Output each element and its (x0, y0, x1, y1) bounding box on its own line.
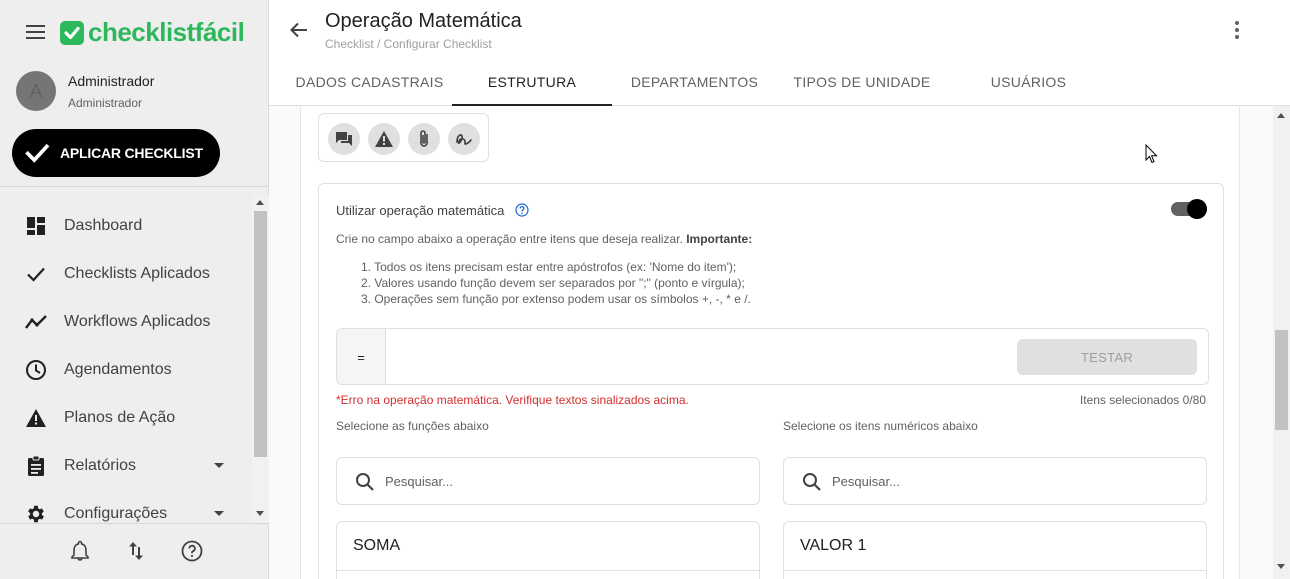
search-icon (802, 472, 822, 492)
logo-text: checklistfácil (88, 17, 245, 47)
sidebar-item-agendamentos[interactable]: Agendamentos (0, 346, 252, 394)
math-operation-panel: Utilizar operação matemática Crie no cam… (318, 183, 1224, 579)
functions-label: Selecione as funções abaixo (336, 419, 489, 433)
rule-item: 2. Valores usando função devem ser separ… (361, 276, 745, 290)
mouse-cursor-icon (1145, 144, 1158, 164)
formula-input[interactable] (387, 329, 1012, 384)
user-name: Administrador (68, 73, 155, 89)
dashboard-icon (24, 214, 48, 238)
tab-tipos-de-unidade[interactable]: TIPOS DE UNIDADE (777, 58, 947, 106)
list-item[interactable]: VALOR 1 (784, 522, 1206, 571)
selected-count: Itens selecionados 0/80 (1079, 393, 1206, 407)
tab-departamentos[interactable]: DEPARTAMENTOS (612, 58, 777, 106)
check-icon (25, 143, 50, 163)
sidebar: checklistfácil A Administrador Administr… (0, 0, 269, 579)
toggle-knob (1187, 199, 1207, 219)
numeric-items-list: VALOR 1 (783, 521, 1207, 579)
back-arrow-icon[interactable] (287, 18, 311, 42)
rule-item: 3. Operações sem função por extenso pode… (361, 292, 751, 306)
user-role: Administrador (68, 96, 143, 110)
more-vert-icon[interactable] (1225, 18, 1249, 42)
avatar: A (16, 71, 56, 111)
tab-usuarios[interactable]: USUÁRIOS (947, 58, 1110, 106)
clipboard-icon (24, 454, 48, 478)
sidebar-item-checklists[interactable]: Checklists Aplicados (0, 250, 252, 298)
sidebar-item-label: Relatórios (64, 457, 137, 474)
attachment-icon[interactable] (408, 123, 440, 155)
sidebar-item-label: Checklists Aplicados (64, 265, 210, 282)
warning-icon[interactable] (368, 123, 400, 155)
apply-checklist-button[interactable]: APLICAR CHECKLIST (12, 129, 220, 177)
scroll-up-icon[interactable] (256, 200, 264, 205)
sidebar-footer (0, 523, 269, 579)
test-button[interactable]: TESTAR (1017, 339, 1197, 375)
page-title: Operação Matemática (325, 10, 522, 32)
scroll-down-icon[interactable] (256, 511, 264, 516)
menu-icon[interactable] (26, 25, 45, 39)
numeric-items-label: Selecione os itens numéricos abaixo (783, 419, 978, 433)
sidebar-item-planos[interactable]: Planos de Ação (0, 394, 252, 442)
sidebar-item-label: Configurações (64, 505, 168, 522)
logo-check-icon (60, 20, 84, 45)
help-circle-icon[interactable] (515, 203, 529, 217)
sidebar-item-relatorios[interactable]: Relatórios (0, 442, 252, 490)
equals-prefix: = (337, 329, 386, 384)
tab-estrutura[interactable]: ESTRUTURA (452, 58, 612, 106)
help-icon[interactable] (180, 539, 204, 563)
main-content: Utilizar operação matemática Crie no cam… (269, 106, 1273, 579)
sidebar-item-label: Workflows Aplicados (64, 313, 211, 330)
trending-icon (24, 310, 48, 334)
math-operation-label: Utilizar operação matemática (336, 203, 505, 218)
sidebar-nav: Dashboard Checklists Aplicados Workflows… (0, 202, 252, 538)
items-search-input[interactable] (832, 458, 1132, 504)
breadcrumb[interactable]: Checklist / Configurar Checklist (325, 37, 492, 51)
apply-checklist-label: APLICAR CHECKLIST (60, 145, 203, 161)
app-logo[interactable]: checklistfácil (60, 17, 245, 48)
rule-item: 1. Todos os itens precisam estar entre a… (361, 260, 737, 274)
items-search (783, 457, 1207, 505)
math-description: Crie no campo abaixo a operação entre it… (336, 232, 753, 246)
check-icon (24, 262, 48, 286)
page-scrollbar[interactable] (1273, 106, 1290, 579)
bell-icon[interactable] (68, 539, 92, 563)
list-item[interactable]: SOMA (337, 522, 759, 571)
page-header: Operação Matemática Checklist / Configur… (269, 0, 1290, 106)
scroll-up-icon[interactable] (1277, 113, 1285, 118)
warning-icon (24, 406, 48, 430)
scroll-down-icon[interactable] (1277, 564, 1285, 569)
sidebar-scrollbar[interactable] (252, 195, 269, 523)
item-options-toolbar (318, 113, 489, 162)
error-message: *Erro na operação matemática. Verifique … (336, 393, 689, 407)
functions-search (336, 457, 760, 505)
sidebar-item-label: Planos de Ação (64, 409, 176, 426)
scrollbar-thumb[interactable] (1275, 330, 1288, 430)
sidebar-divider (0, 186, 269, 187)
chevron-down-icon[interactable] (214, 511, 224, 516)
chevron-down-icon[interactable] (214, 463, 224, 468)
math-operation-toggle[interactable] (1171, 199, 1207, 219)
comment-icon[interactable] (328, 123, 360, 155)
structure-card: Utilizar operação matemática Crie no cam… (300, 106, 1240, 579)
sidebar-item-label: Agendamentos (64, 361, 172, 378)
clock-icon (24, 358, 48, 382)
search-icon (355, 472, 375, 492)
scrollbar-thumb[interactable] (254, 211, 267, 457)
sidebar-item-workflows[interactable]: Workflows Aplicados (0, 298, 252, 346)
sidebar-item-label: Dashboard (64, 217, 143, 234)
formula-field: = TESTAR (336, 328, 1209, 385)
tab-dados-cadastrais[interactable]: DADOS CADASTRAIS (287, 58, 452, 106)
functions-list: SOMA (336, 521, 760, 579)
swap-vertical-icon[interactable] (124, 539, 148, 563)
signature-icon[interactable] (448, 123, 480, 155)
sidebar-item-dashboard[interactable]: Dashboard (0, 202, 252, 250)
math-rules: 1. Todos os itens precisam estar entre a… (361, 259, 751, 307)
user-profile[interactable]: A Administrador Administrador (16, 71, 256, 113)
functions-search-input[interactable] (385, 458, 685, 504)
tab-bar: DADOS CADASTRAIS ESTRUTURA DEPARTAMENTOS… (269, 58, 1290, 106)
